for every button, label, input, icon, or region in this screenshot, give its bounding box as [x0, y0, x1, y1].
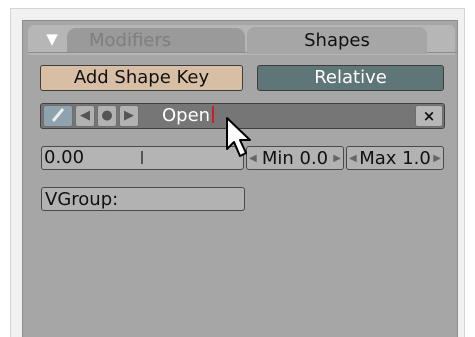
collapse-triangle-icon[interactable]: ▼ — [43, 31, 61, 47]
dot-icon[interactable]: ● — [97, 105, 117, 127]
slider-value-text: 0.00 — [44, 147, 85, 168]
min-field-label: Min 0.0 — [261, 148, 329, 169]
tab-shapes[interactable]: Shapes — [247, 27, 427, 54]
next-arrow-icon[interactable]: ▶ — [119, 105, 139, 127]
shape-key-name-text: Open — [162, 105, 211, 126]
vgroup-field[interactable]: VGroup: — [41, 187, 245, 211]
shape-key-name-input[interactable]: Open — [162, 104, 412, 128]
increment-arrow-icon[interactable]: ▶ — [333, 147, 341, 170]
add-shape-key-button[interactable]: Add Shape Key — [40, 65, 243, 91]
pin-icon-glyph — [51, 108, 65, 122]
delete-shape-key-button[interactable]: × — [415, 105, 443, 127]
tab-modifiers[interactable]: Modifiers — [67, 28, 245, 52]
max-field-label: Max 1.0 — [359, 148, 431, 169]
slider-knob[interactable] — [141, 151, 143, 164]
increment-arrow-icon[interactable]: ▶ — [433, 147, 441, 170]
prev-arrow-icon[interactable]: ◀ — [75, 105, 95, 127]
pin-icon[interactable] — [43, 105, 73, 127]
min-field[interactable]: ◀ Min 0.0 ▶ — [246, 146, 344, 170]
max-field[interactable]: ◀ Max 1.0 ▶ — [346, 146, 444, 170]
mouse-pointer-icon — [226, 117, 251, 157]
relative-toggle-button[interactable]: Relative — [257, 65, 444, 91]
text-cursor — [212, 106, 215, 123]
decrement-arrow-icon[interactable]: ◀ — [349, 147, 357, 170]
